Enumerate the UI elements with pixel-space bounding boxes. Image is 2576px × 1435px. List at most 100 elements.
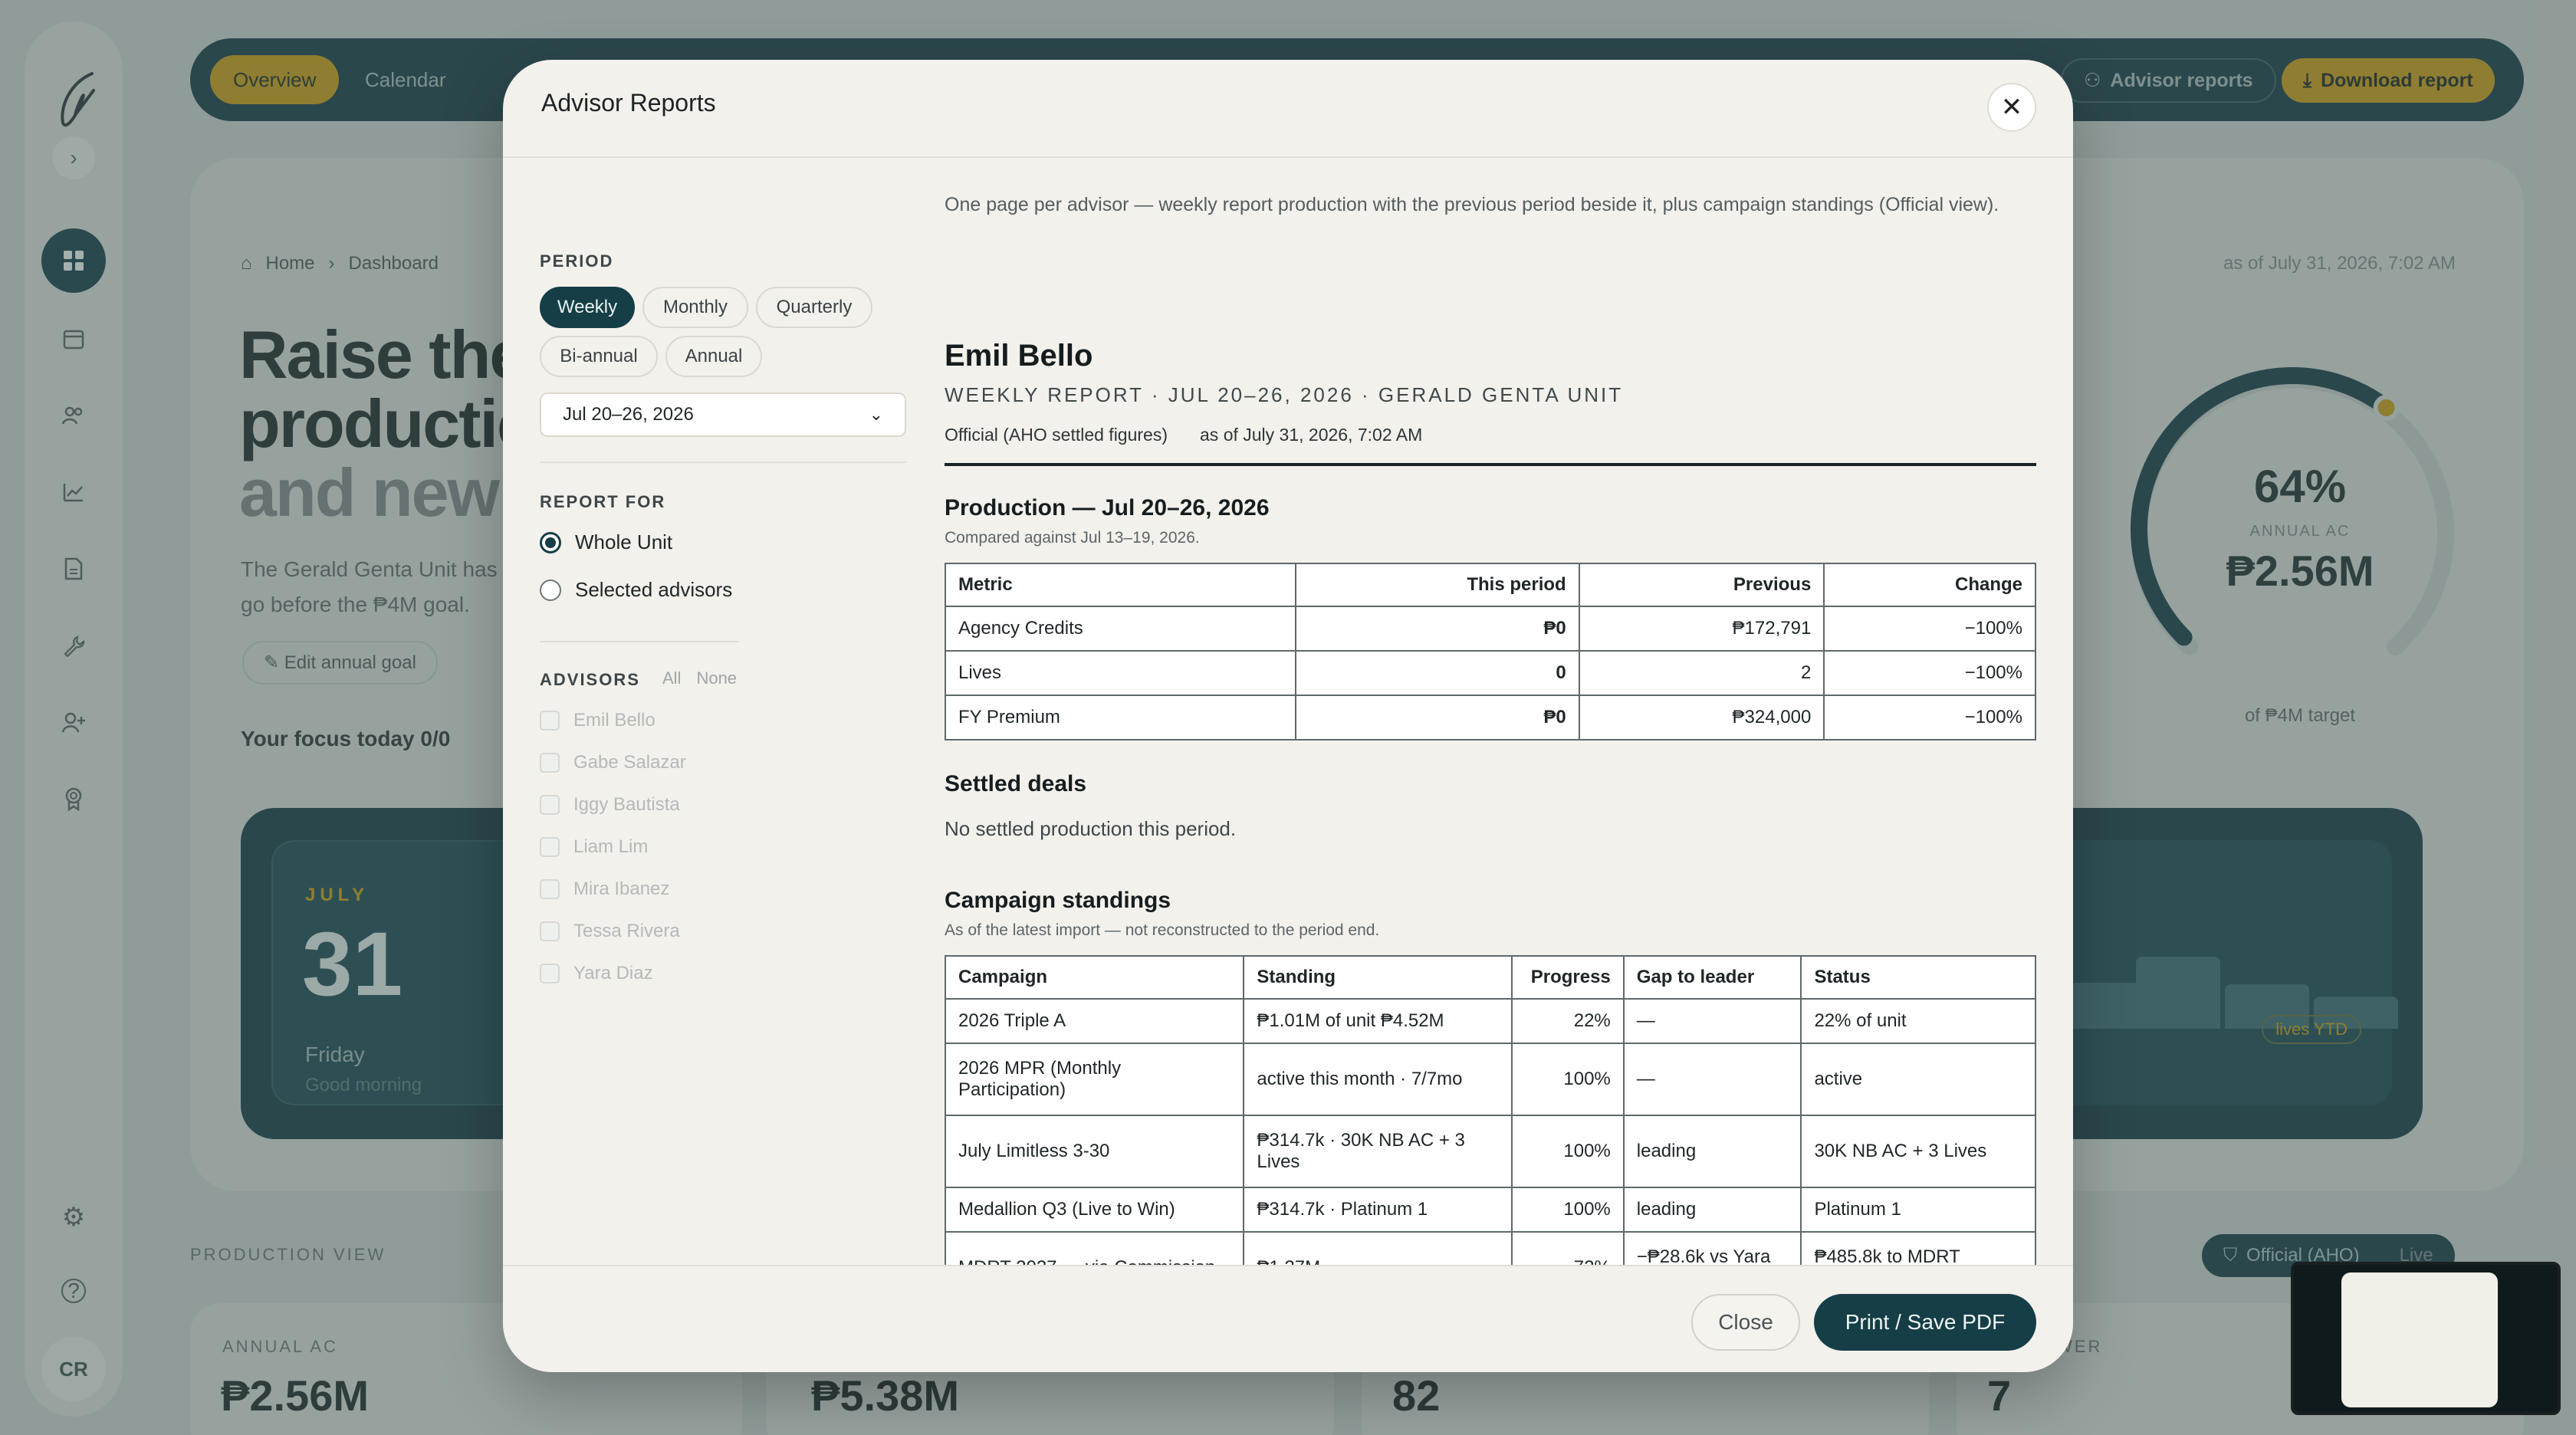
radio-selected-icon: [540, 531, 561, 553]
table-cell: 0: [1295, 650, 1580, 696]
advisor-label: Gabe Salazar: [573, 752, 686, 773]
thumbnail-preview: [2341, 1272, 2498, 1407]
table-cell: 2026 Triple A: [945, 998, 1245, 1044]
table-cell: 2: [1578, 650, 1825, 696]
table-cell: 22% of unit: [1800, 998, 2036, 1044]
table-cell: Lives: [945, 650, 1297, 696]
table-cell: ₱0: [1295, 606, 1580, 652]
table-row: Medallion Q3 (Live to Win) ₱314.7k · Pla…: [945, 1187, 2036, 1233]
window-thumbnail[interactable]: [2291, 1262, 2561, 1415]
checkbox-icon: [540, 964, 560, 983]
settled-title: Settled deals: [945, 771, 1087, 796]
table-cell: July Limitless 3-30: [945, 1115, 1245, 1188]
chevron-down-icon: ⌄: [869, 405, 883, 424]
report-meta: Official (AHO settled figures) as of Jul…: [945, 425, 1422, 445]
checkbox-icon: [540, 837, 560, 857]
select-all-link[interactable]: All: [662, 668, 681, 688]
period-chip-biannual[interactable]: Bi-annual: [540, 336, 658, 377]
table-cell: ₱1.01M of unit ₱4.52M: [1243, 998, 1513, 1044]
advisor-checkbox[interactable]: Mira Ibanez: [540, 878, 669, 900]
advisor-checkbox[interactable]: Iggy Bautista: [540, 794, 680, 816]
report-preview: One page per advisor — weekly report pro…: [945, 158, 2039, 1320]
production-table: Metric This period Previous Change Agenc…: [945, 563, 2036, 740]
col-standing: Standing: [1243, 955, 1513, 1000]
col-progress: Progress: [1510, 955, 1625, 1000]
advisor-label: Mira Ibanez: [573, 878, 670, 899]
period-chip-annual[interactable]: Annual: [665, 336, 762, 377]
table-cell: 30K NB AC + 3 Lives: [1800, 1115, 2036, 1188]
table-cell: ₱314.7k · 30K NB AC + 3 Lives: [1243, 1115, 1513, 1188]
table-cell: −100%: [1823, 650, 2036, 696]
advisor-checkbox[interactable]: Tessa Rivera: [540, 921, 680, 942]
advisors-label: ADVISORS: [540, 670, 640, 689]
table-cell: leading: [1622, 1187, 1802, 1233]
table-cell: Platinum 1: [1800, 1187, 2036, 1233]
advisor-label: Emil Bello: [573, 710, 656, 731]
checkbox-icon: [540, 711, 560, 731]
report-as-of: as of July 31, 2026, 7:02 AM: [1200, 425, 1423, 445]
close-icon: ✕: [2000, 93, 2023, 122]
checkbox-icon: [540, 795, 560, 815]
table-cell: leading: [1622, 1115, 1802, 1188]
checkbox-icon: [540, 921, 560, 941]
table-row: Lives 0 2 −100%: [945, 650, 2036, 696]
period-chip-weekly[interactable]: Weekly: [540, 287, 635, 328]
table-cell: −100%: [1823, 695, 2036, 740]
table-cell: ₱314.7k · Platinum 1: [1243, 1187, 1513, 1233]
advisor-label: Tessa Rivera: [573, 921, 680, 941]
table-cell: ₱0: [1295, 695, 1580, 740]
table-cell: 100%: [1510, 1187, 1625, 1233]
table-cell: Agency Credits: [945, 606, 1297, 652]
advisor-checkbox[interactable]: Yara Diaz: [540, 963, 653, 984]
col-campaign: Campaign: [945, 955, 1245, 1000]
table-cell: 22%: [1510, 998, 1625, 1044]
table-cell: 100%: [1510, 1115, 1625, 1188]
report-for-label: REPORT FOR: [540, 492, 666, 511]
radio-label: Whole Unit: [575, 530, 673, 553]
period-chip-quarterly[interactable]: Quarterly: [756, 287, 872, 328]
table-cell: active: [1800, 1043, 2036, 1116]
date-range-value: Jul 20–26, 2026: [563, 404, 694, 425]
period-label: PERIOD: [540, 251, 614, 271]
close-modal-button[interactable]: ✕: [1987, 83, 2036, 132]
col-gap: Gap to leader: [1622, 955, 1802, 1000]
advisor-checkbox[interactable]: Emil Bello: [540, 710, 656, 731]
table-cell: Medallion Q3 (Live to Win): [945, 1187, 1245, 1233]
divider: [540, 461, 906, 463]
table-header-row: Metric This period Previous Change: [945, 563, 2036, 607]
table-cell: −100%: [1823, 606, 2036, 652]
col-status: Status: [1800, 955, 2036, 1000]
date-range-select[interactable]: Jul 20–26, 2026 ⌄: [540, 392, 906, 437]
col-metric: Metric: [945, 563, 1297, 607]
table-row: 2026 MPR (Monthly Participation) active …: [945, 1043, 2036, 1116]
header-rule: [945, 463, 2036, 466]
table-cell: 2026 MPR (Monthly Participation): [945, 1043, 1245, 1116]
table-cell: ₱172,791: [1578, 606, 1825, 652]
modal-title: Advisor Reports: [541, 89, 716, 117]
table-row: Agency Credits ₱0 ₱172,791 −100%: [945, 606, 2036, 652]
radio-label: Selected advisors: [575, 578, 733, 601]
table-cell: 100%: [1510, 1043, 1625, 1116]
production-note: Compared against Jul 13–19, 2026.: [945, 529, 1200, 547]
report-options-panel: PERIOD Weekly Monthly Quarterly Bi-annua…: [540, 158, 915, 1320]
advisor-name: Emil Bello: [945, 339, 1093, 373]
settled-text: No settled production this period.: [945, 817, 1237, 840]
col-change: Change: [1823, 563, 2036, 607]
print-save-pdf-button[interactable]: Print / Save PDF: [1814, 1294, 2036, 1351]
checkbox-icon: [540, 753, 560, 773]
advisors-select-links: All None: [662, 668, 737, 688]
table-cell: FY Premium: [945, 695, 1297, 740]
advisor-label: Liam Lim: [573, 836, 649, 857]
select-none-link[interactable]: None: [696, 668, 737, 688]
close-button[interactable]: Close: [1691, 1294, 1800, 1351]
radio-selected-advisors[interactable]: Selected advisors: [540, 578, 732, 602]
radio-whole-unit[interactable]: Whole Unit: [540, 530, 672, 554]
table-cell: —: [1622, 998, 1802, 1044]
advisor-checkbox[interactable]: Gabe Salazar: [540, 752, 686, 773]
campaigns-note: As of the latest import — not reconstruc…: [945, 921, 1380, 939]
official-note: Official (AHO settled figures): [945, 425, 1168, 445]
modal-footer: Close Print / Save PDF: [503, 1265, 2073, 1372]
advisor-label: Iggy Bautista: [573, 794, 680, 815]
period-chip-monthly[interactable]: Monthly: [642, 287, 748, 328]
advisor-checkbox[interactable]: Liam Lim: [540, 836, 648, 858]
